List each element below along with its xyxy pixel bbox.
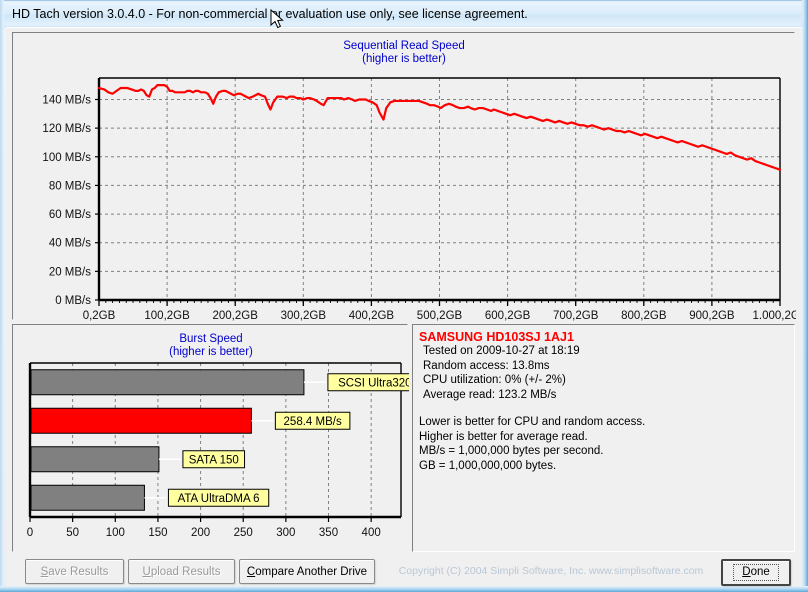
info-note-3: MB/s = 1,000,000 bytes per second.: [419, 445, 604, 457]
random-access-line: Random access: 13.8ms: [423, 359, 550, 372]
client-area: Sequential Read Speed (higher is better)…: [6, 27, 801, 586]
sequential-x-tick-label: 100,2GB: [144, 310, 190, 321]
title-bar: HD Tach version 3.0.4.0 - For non-commer…: [4, 2, 801, 26]
sequential-x-tick-label: 900,2GB: [689, 310, 735, 321]
sequential-y-tick-label: 120 MB/s: [42, 123, 91, 135]
sequential-y-tick-label: 80 MB/s: [49, 180, 91, 192]
window-title: HD Tach version 3.0.4.0 - For non-commer…: [12, 7, 528, 21]
sequential-x-tick-label: 0,2GB: [83, 310, 116, 321]
done-button[interactable]: Done: [721, 559, 791, 586]
hd-tach-window: HD Tach version 3.0.4.0 - For non-commer…: [0, 0, 808, 592]
window-border-right: [802, 0, 808, 592]
burst-chart-title: Burst Speed: [179, 333, 242, 345]
save-results-button[interactable]: Save Results: [25, 559, 124, 584]
sequential-x-tick-label: 300,2GB: [281, 310, 327, 321]
cpu-utilization-line: CPU utilization: 0% (+/- 2%): [423, 374, 566, 386]
compare-another-drive-label: Compare Another Drive: [246, 565, 368, 578]
burst-x-tick-label: 250: [234, 527, 253, 539]
upload-results-button[interactable]: Upload Results: [128, 559, 235, 584]
drive-info-panel: SAMSUNG HD103SJ 1AJ1 Tested on 2009-10-2…: [412, 324, 795, 552]
sequential-x-tick-label: 200,2GB: [212, 310, 258, 321]
info-note-1: Lower is better for CPU and random acces…: [419, 416, 646, 428]
burst-bar: [30, 407, 252, 434]
drive-model-name: SAMSUNG HD103SJ 1AJ1: [419, 330, 574, 344]
burst-x-tick-label: 50: [66, 527, 79, 539]
tested-on-line: Tested on 2009-10-27 at 18:19: [423, 345, 580, 357]
copyright-text: Copyright (C) 2004 Simpli Software, Inc.…: [398, 565, 704, 577]
burst-chart-subtitle: (higher is better): [169, 346, 253, 358]
sequential-y-tick-label: 100 MB/s: [42, 152, 91, 164]
burst-bar-label: SATA 150: [189, 454, 239, 466]
burst-x-tick-label: 100: [106, 527, 125, 539]
sequential-x-tick-label: 800,2GB: [621, 310, 667, 321]
burst-speed-panel: Burst Speed (higher is better) SCSI Ultr…: [12, 324, 409, 553]
compare-another-drive-button[interactable]: Compare Another Drive: [239, 559, 375, 584]
burst-bar-label: 258.4 MB/s: [284, 416, 342, 428]
burst-bar: [30, 446, 160, 473]
upload-results-label: Upload Results: [142, 565, 221, 578]
sequential-x-tick-label: 500,2GB: [417, 310, 463, 321]
info-note-2: Higher is better for average read.: [419, 430, 588, 443]
info-note-4: GB = 1,000,000,000 bytes.: [419, 459, 557, 472]
burst-x-tick-label: 350: [319, 527, 338, 539]
burst-x-tick-label: 0: [27, 527, 33, 539]
done-label: Done: [733, 564, 779, 581]
burst-x-tick-label: 150: [148, 527, 167, 539]
sequential-y-tick-label: 20 MB/s: [49, 266, 91, 278]
burst-speed-chart: Burst Speed (higher is better) SCSI Ultr…: [13, 325, 409, 553]
sequential-x-tick-label: 1.000,2GB: [753, 310, 796, 321]
burst-bar-label: ATA UltraDMA 6: [178, 493, 260, 505]
sequential-x-tick-label: 400,2GB: [349, 310, 395, 321]
sequential-y-tick-label: 0 MB/s: [55, 295, 91, 307]
burst-bar: [30, 484, 145, 511]
burst-x-tick-label: 300: [276, 527, 295, 539]
burst-bar: [30, 369, 305, 396]
sequential-x-tick-label: 700,2GB: [553, 310, 599, 321]
burst-bar-label: SCSI Ultra320: [338, 377, 409, 389]
average-read-line: Average read: 123.2 MB/s: [423, 388, 557, 401]
burst-x-tick-label: 400: [362, 527, 381, 539]
sequential-chart-subtitle: (higher is better): [362, 53, 446, 65]
sequential-y-tick-label: 140 MB/s: [42, 94, 91, 106]
sequential-y-tick-label: 60 MB/s: [49, 209, 91, 221]
sequential-x-tick-label: 600,2GB: [485, 310, 531, 321]
sequential-read-panel: Sequential Read Speed (higher is better)…: [12, 32, 796, 321]
burst-x-tick-label: 200: [191, 527, 210, 539]
sequential-chart-title: Sequential Read Speed: [343, 40, 465, 52]
sequential-y-tick-label: 40 MB/s: [49, 238, 91, 250]
sequential-read-chart: Sequential Read Speed (higher is better)…: [13, 33, 796, 321]
save-results-label: Save Results: [40, 565, 109, 578]
button-bar: Save Results Upload Results Compare Anot…: [6, 556, 801, 587]
window-border-left: [0, 0, 4, 592]
